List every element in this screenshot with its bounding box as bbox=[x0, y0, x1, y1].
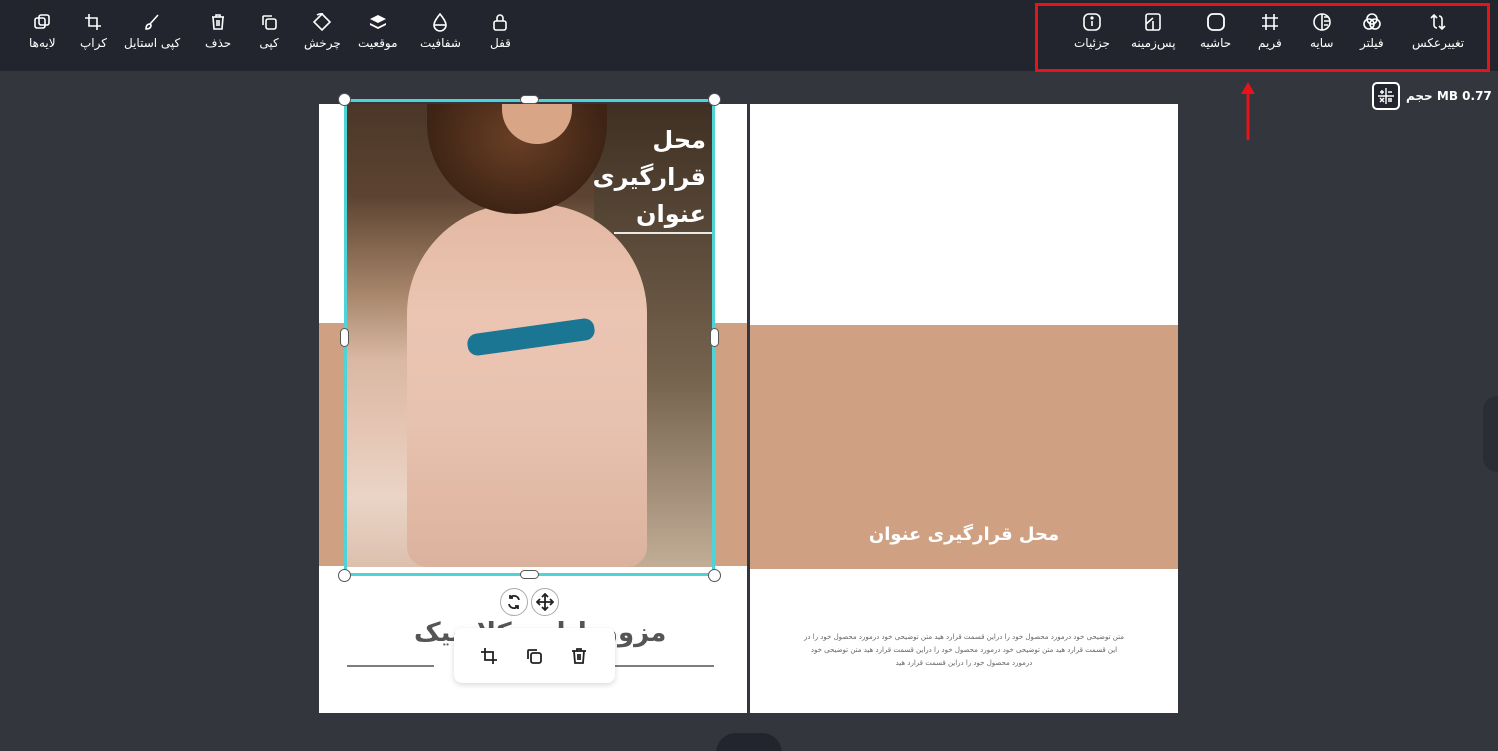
float-crop-button[interactable] bbox=[476, 643, 502, 669]
stack-icon bbox=[369, 15, 386, 29]
move-icon bbox=[536, 593, 554, 611]
trash-icon bbox=[212, 14, 225, 30]
float-copy-button[interactable] bbox=[521, 643, 547, 669]
layers-icon bbox=[34, 14, 51, 29]
bottom-panel-tab[interactable] bbox=[716, 733, 782, 751]
red-arrow-icon bbox=[1241, 82, 1255, 140]
heading-rule-right bbox=[614, 665, 714, 667]
resize-handle-top[interactable] bbox=[520, 95, 539, 104]
copy-icon bbox=[262, 15, 277, 30]
top-toolbar: لایه‌ها کراپ کپی استایل حذف کپی چرخش موق… bbox=[0, 0, 1498, 72]
brush-icon bbox=[145, 14, 159, 30]
crop-label: کراپ bbox=[80, 36, 107, 50]
right-page-body[interactable]: متن توضیحی خود درمورد محصول خود را دراین… bbox=[800, 631, 1128, 670]
layers-label: لایه‌ها bbox=[29, 36, 56, 50]
layers-button[interactable]: لایه‌ها bbox=[29, 12, 56, 50]
right-page-title[interactable]: محل قرارگیری عنوان bbox=[750, 524, 1178, 545]
selection-frame bbox=[344, 99, 715, 576]
drop-icon bbox=[433, 12, 448, 32]
resize-handle-bottom-right[interactable] bbox=[708, 569, 721, 582]
copy-style-button[interactable]: کپی استایل bbox=[124, 12, 180, 50]
resize-handle-top-right[interactable] bbox=[708, 93, 721, 106]
position-button[interactable]: موقعیت bbox=[358, 12, 398, 50]
rotate-label: چرخش bbox=[304, 36, 341, 50]
rotate-button[interactable]: چرخش bbox=[304, 12, 341, 50]
highlight-box bbox=[1035, 3, 1490, 72]
file-size-info: حجم MB 0.77 bbox=[1372, 82, 1492, 110]
resize-handle-left[interactable] bbox=[340, 328, 349, 347]
lock-button[interactable]: قفل bbox=[490, 12, 511, 50]
right-page: محل قرارگیری عنوان متن توضیحی خود درمورد… bbox=[750, 104, 1178, 713]
side-panel-tab[interactable] bbox=[1483, 396, 1498, 472]
crop-icon bbox=[85, 14, 102, 30]
float-delete-button[interactable] bbox=[566, 643, 592, 669]
copy-style-label: کپی استایل bbox=[124, 36, 181, 50]
delete-label: حذف bbox=[205, 36, 232, 50]
copy-button[interactable]: کپی bbox=[259, 12, 279, 50]
crop-button[interactable]: کراپ bbox=[80, 12, 107, 50]
resize-handle-bottom[interactable] bbox=[520, 570, 539, 579]
move-handle[interactable] bbox=[531, 588, 559, 616]
floating-toolbar bbox=[454, 628, 615, 683]
copy-icon bbox=[527, 649, 542, 664]
rotate-handle[interactable] bbox=[500, 588, 528, 616]
rotate-arrows-icon bbox=[508, 595, 520, 609]
resize-handle-right[interactable] bbox=[710, 328, 719, 347]
crop-icon bbox=[481, 648, 497, 664]
position-label: موقعیت bbox=[358, 36, 398, 50]
calculator-icon bbox=[1372, 82, 1400, 110]
opacity-button[interactable]: شفافیت bbox=[420, 12, 461, 50]
delete-button[interactable]: حذف bbox=[205, 12, 231, 50]
resize-handle-top-left[interactable] bbox=[338, 93, 351, 106]
resize-handle-bottom-left[interactable] bbox=[338, 569, 351, 582]
file-size-text: حجم MB 0.77 bbox=[1406, 89, 1492, 103]
rotate-icon bbox=[313, 12, 332, 32]
trash-icon bbox=[572, 648, 586, 664]
lock-icon bbox=[493, 14, 508, 31]
opacity-label: شفافیت bbox=[420, 36, 461, 50]
copy-label: کپی bbox=[259, 36, 279, 50]
heading-rule-left bbox=[347, 665, 434, 667]
lock-label: قفل bbox=[490, 36, 511, 50]
